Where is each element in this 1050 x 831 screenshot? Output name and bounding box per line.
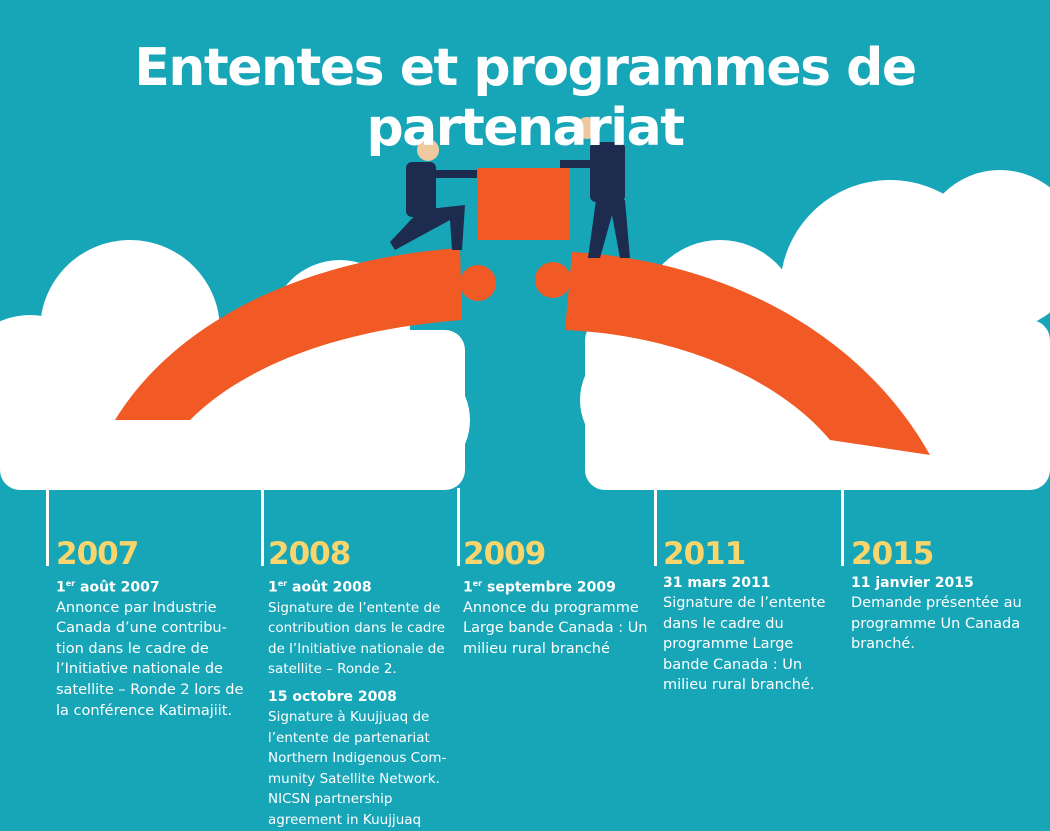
year-label: 2008 <box>268 536 351 572</box>
timeline-marker <box>457 488 460 566</box>
event-date: 31 mars 2011 <box>663 575 771 591</box>
timeline-entry-2008: 2008 1er août 2008 Signature de l’entent… <box>268 536 453 831</box>
event-text: Signature à Kuujjuaq de l’entente de par… <box>268 709 447 828</box>
page-title: Ententes et programmes de partenariat <box>134 38 917 158</box>
timeline-entry-2011: 2011 31 mars 2011 Signature de l’entente… <box>663 536 843 696</box>
timeline-entry-2007: 2007 1er août 2007 Annonce par Industrie… <box>56 536 246 721</box>
event-text: Annonce du programme Large bande Canada … <box>463 599 648 657</box>
event-date: 11 janvier 2015 <box>851 575 974 591</box>
event-text: Signature de l’entente dans le cadre du … <box>663 595 826 694</box>
event-text: Annonce par Industrie Canada d’une contr… <box>56 599 244 719</box>
puzzle-piece <box>478 168 570 240</box>
year-label: 2011 <box>663 536 746 572</box>
year-label: 2007 <box>56 536 139 572</box>
event-text: Demande présentée au programme Un Canada… <box>851 595 1022 653</box>
event-date: 15 octobre 2008 <box>268 689 397 706</box>
timeline-marker <box>654 488 657 566</box>
timeline-marker <box>46 488 49 566</box>
event-date: 1er août 2008 <box>268 579 372 596</box>
timeline-entry-2015: 2015 11 janvier 2015 Demande présentée a… <box>851 536 1026 655</box>
year-label: 2015 <box>851 536 934 572</box>
event-date: 1er septembre 2009 <box>463 579 616 596</box>
event-text: Signature de l’entente de contribution d… <box>268 599 446 678</box>
timeline-marker <box>261 488 264 566</box>
year-label: 2009 <box>463 536 546 572</box>
timeline-entry-2009: 2009 1er septembre 2009 Annonce du progr… <box>463 536 653 659</box>
event-date: 1er août 2007 <box>56 579 160 596</box>
